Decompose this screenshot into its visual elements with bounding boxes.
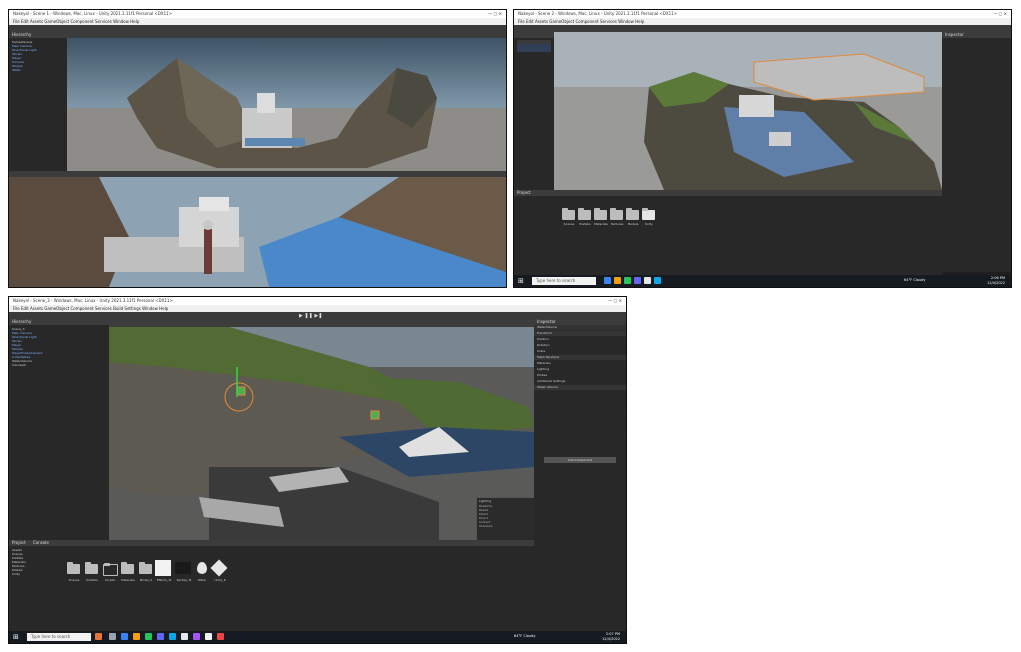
scene-view-render (109, 327, 534, 540)
window-title: Nakeyol - Scene_3 - Windows, Mac, Linux … (13, 298, 173, 303)
start-button[interactable]: ⊞ (13, 633, 21, 641)
hierarchy-item[interactable]: Water (12, 68, 64, 72)
taskbar-app-icon[interactable] (181, 633, 188, 640)
tab-console[interactable]: Console (33, 540, 49, 545)
taskbar-app-icon[interactable] (634, 277, 641, 284)
taskbar-app-icon[interactable] (604, 277, 611, 284)
asset-label: Effects_Ts (156, 578, 172, 582)
window-title-bar: Nakeyol - Scene 1 - Windows, Mac, Linux … (9, 10, 506, 18)
project-tree: Assets Scenes Prefabs Materials Textures… (9, 546, 63, 578)
screenshot-unity-3: Nakeyol - Scene_3 - Windows, Mac, Linux … (8, 296, 627, 644)
tab-project[interactable]: Project (12, 540, 26, 545)
asset-label: Unity_E (214, 578, 226, 582)
folder-icon[interactable] (626, 208, 639, 220)
taskbar-app-icon[interactable] (654, 277, 661, 284)
unity-icon[interactable] (642, 208, 655, 220)
project-panel: Project Scenes Prefabs Materials Texture… (514, 190, 942, 275)
folder-icon[interactable] (121, 562, 134, 574)
scene-view-render (67, 38, 506, 171)
window-title: Nakeyol - Scene 1 - Windows, Mac, Linux … (13, 11, 173, 16)
project-header: Project (514, 190, 942, 196)
hierarchy-panel: Hierarchy SampleScene Main Camera Direct… (9, 32, 67, 171)
taskbar-app-icon[interactable] (145, 633, 152, 640)
material-thumbnail[interactable] (155, 560, 171, 576)
taskbar-app-icon[interactable] (157, 633, 164, 640)
weather-widget[interactable]: 64°F Cloudy (904, 278, 925, 282)
menu-bar[interactable]: File Edit Assets GameObject Component Se… (9, 305, 626, 312)
clock-date: 12/4/2022 (602, 637, 620, 641)
folder-icon[interactable] (67, 562, 80, 574)
folder-icon[interactable] (103, 563, 118, 576)
taskbar-app-icon[interactable] (169, 633, 176, 640)
taskbar-app-icon[interactable] (614, 277, 621, 284)
screenshot-unity-2: Nakeyol - Scene 2 - Windows, Mac, Linux … (513, 9, 1012, 288)
taskbar-app-icon[interactable] (644, 277, 651, 284)
screenshot-unity-1: Nakeyol - Scene 1 - Windows, Mac, Linux … (8, 9, 507, 288)
weather-widget[interactable]: 64°F Cloudy (514, 634, 535, 638)
hierarchy-item[interactable] (517, 48, 551, 52)
inspector-row (942, 86, 1011, 92)
window-controls[interactable]: — ▢ ✕ (488, 10, 502, 18)
hierarchy-tree: SampleScene Main Camera Directional Ligh… (9, 38, 67, 74)
start-button[interactable]: ⊞ (518, 277, 526, 285)
folder-icon[interactable] (578, 208, 591, 220)
scene-view[interactable] (554, 32, 942, 190)
toolbar (9, 25, 506, 32)
water-drop-icon[interactable] (197, 562, 207, 574)
unity-icon[interactable] (210, 559, 228, 577)
scene-view[interactable] (109, 327, 534, 540)
taskbar-app-icon[interactable] (217, 633, 224, 640)
game-view[interactable] (9, 177, 506, 287)
folder-icon[interactable] (139, 562, 152, 574)
project-tabs: Project Console (9, 540, 534, 546)
add-component-button[interactable]: Add Component (544, 457, 616, 463)
overlay-row: Shadows (479, 524, 493, 528)
clock-date: 12/4/2022 (987, 281, 1005, 285)
taskbar-app-icon[interactable] (95, 633, 102, 640)
scene-view[interactable] (67, 38, 506, 171)
windows-taskbar: ⊞ Type here to search 64°F Cloudy 2:06 P… (514, 275, 1011, 287)
hierarchy-panel (514, 32, 554, 190)
hierarchy-panel: Hierarchy Scene_3 Main Camera Directiona… (9, 319, 109, 540)
window-title: Nakeyol - Scene 2 - Windows, Mac, Linux … (518, 11, 678, 16)
menu-bar[interactable]: File Edit Assets GameObject Component Se… (9, 18, 506, 25)
inspector-panel: Inspector (942, 32, 1011, 272)
project-folder[interactable] (517, 210, 553, 214)
inspector-row (534, 445, 626, 451)
inspector-panel: Inspector WaterVolume Transform Position… (534, 319, 626, 631)
model-thumbnail[interactable] (175, 562, 191, 574)
folder-icon[interactable] (610, 208, 623, 220)
taskbar-search[interactable]: Type here to search (532, 277, 596, 285)
window-controls[interactable]: — ▢ ✕ (993, 10, 1007, 18)
taskbar-app-icon[interactable] (109, 633, 116, 640)
taskbar-app-icon[interactable] (133, 633, 140, 640)
toolbar (514, 25, 1011, 32)
window-title-bar: Nakeyol - Scene 2 - Windows, Mac, Linux … (514, 10, 1011, 18)
game-view-render (9, 177, 506, 287)
scene-toolbar (109, 319, 534, 327)
project-panel: Project Console Assets Scenes Prefabs Ma… (9, 540, 534, 631)
windows-taskbar: ⊞ Type here to search 64°F Cloudy 2:07 P… (9, 631, 626, 643)
folder-icon[interactable] (85, 562, 98, 574)
project-folder[interactable]: Unity (12, 572, 60, 576)
taskbar-app-icon[interactable] (624, 277, 631, 284)
window-title-bar: Nakeyol - Scene_3 - Windows, Mac, Linux … (9, 297, 626, 305)
window-controls[interactable]: — ▢ ✕ (608, 297, 622, 305)
taskbar-app-icon[interactable] (205, 633, 212, 640)
project-tree (514, 196, 556, 216)
hierarchy-item[interactable]: CanvasUI (12, 363, 106, 367)
asset-label: Unity (645, 222, 653, 226)
menu-bar[interactable]: File Edit Assets GameObject Component Se… (514, 18, 1011, 25)
folder-icon[interactable] (562, 208, 575, 220)
taskbar-clock[interactable]: 2:07 PM 12/4/2022 (602, 632, 620, 642)
taskbar-search[interactable]: Type here to search (27, 633, 91, 641)
folder-icon[interactable] (594, 208, 607, 220)
toolbar: ▶ ❚❚ ▶❚ (9, 312, 626, 319)
taskbar-app-icon[interactable] (121, 633, 128, 640)
scene-view-render (554, 32, 942, 190)
hierarchy-tree: Scene_3 Main Camera Directional Light Te… (9, 325, 109, 369)
taskbar-clock[interactable]: 2:06 PM 12/4/2022 (987, 276, 1005, 286)
taskbar-app-icon[interactable] (193, 633, 200, 640)
